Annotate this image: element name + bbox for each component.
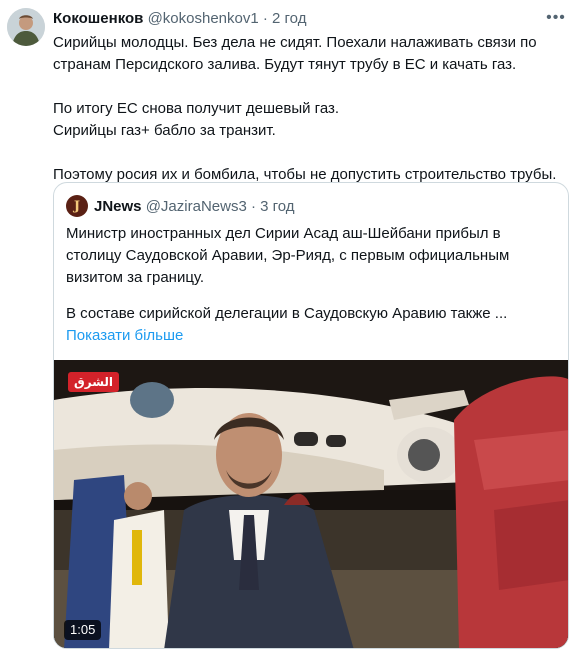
- author-avatar[interactable]: [7, 8, 45, 46]
- video-player[interactable]: الشرق 1:05: [54, 360, 568, 648]
- tweet-header: Кокошенков @kokoshenkov1 · 2 год: [53, 9, 561, 29]
- tweet-paragraph: Сирийцы молодцы. Без дела не сидят. Поех…: [53, 34, 537, 73]
- quote-text: Министр иностранных дел Сирии Асад аш-Ше…: [66, 223, 556, 347]
- tweet[interactable]: Кокошенков @kokoshenkov1 · 2 год ••• Сир…: [0, 0, 581, 661]
- separator-dot: ·: [262, 10, 268, 27]
- quote-paragraph: Министр иностранных дел Сирии Асад аш-Ше…: [66, 225, 510, 286]
- more-horizontal-icon[interactable]: •••: [543, 6, 569, 30]
- tweet-text: Сирийцы молодцы. Без дела не сидят. Поех…: [53, 32, 568, 186]
- author-handle[interactable]: @kokoshenkov1: [148, 10, 259, 27]
- show-more-link[interactable]: Показати більше: [66, 327, 183, 344]
- separator-dot: ·: [250, 198, 256, 215]
- quote-header: JNews @JaziraNews3 · 3 год: [94, 197, 295, 217]
- quote-author-name[interactable]: JNews: [94, 198, 142, 215]
- channel-logo: الشرق: [68, 372, 120, 392]
- video-frame: [54, 360, 568, 648]
- quote-timestamp[interactable]: 3 год: [260, 198, 294, 215]
- video-duration-badge: 1:05: [64, 620, 102, 640]
- quote-paragraph: В составе сирийской делегации в Саудовск…: [66, 305, 508, 322]
- author-name[interactable]: Кокошенков: [53, 10, 143, 27]
- tweet-paragraph: По итогу ЕС снова получит дешевый газ. С…: [53, 100, 340, 139]
- quote-author-avatar[interactable]: J: [66, 195, 88, 217]
- quoted-tweet[interactable]: J JNews @JaziraNews3 · 3 год Министр ино…: [53, 182, 569, 649]
- quote-author-handle[interactable]: @JaziraNews3: [146, 198, 247, 215]
- tweet-timestamp[interactable]: 2 год: [272, 10, 306, 27]
